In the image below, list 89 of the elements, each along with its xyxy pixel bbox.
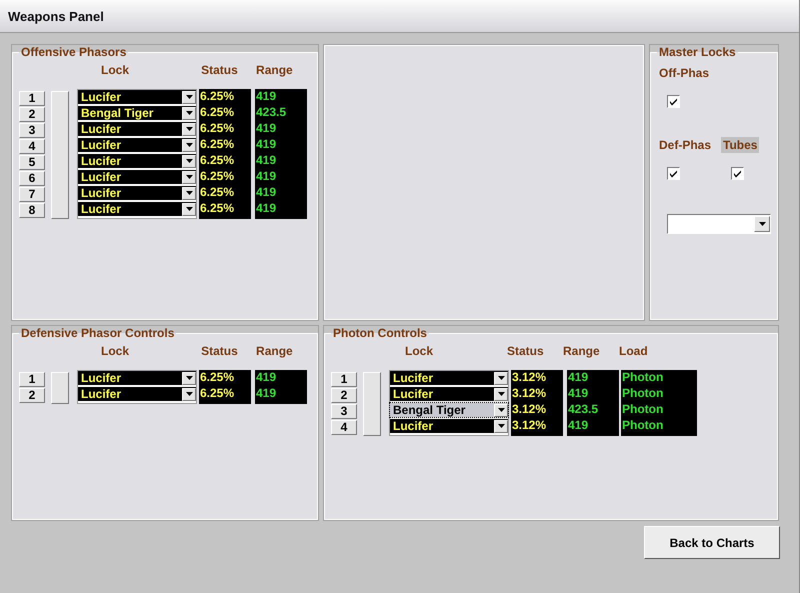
back-button[interactable]: Back to Charts: [644, 526, 780, 559]
lock-dropdown[interactable]: Lucifer: [78, 371, 196, 385]
range-cell-text: 419: [255, 201, 278, 217]
lock-label: Off-Phas: [658, 65, 710, 81]
range-cell-text: 423.5: [567, 402, 600, 418]
column-header: Load: [619, 344, 649, 358]
range-cell-text: 419: [255, 386, 278, 402]
column-header: Range: [563, 344, 601, 358]
status-cell-text: 3.12%: [511, 418, 548, 434]
column-header: Status: [201, 63, 239, 77]
fire-button[interactable]: [51, 372, 69, 404]
status-cell-text: 6.25%: [199, 153, 236, 169]
status-cell-text: 6.25%: [199, 386, 236, 402]
check-icon: [733, 169, 742, 178]
status-cell-text: 6.25%: [199, 370, 236, 386]
fire-button[interactable]: [51, 91, 69, 219]
range-cell-text: 423.5: [255, 105, 288, 121]
number-button[interactable]: 2: [331, 388, 357, 403]
range-cell-text: 419: [255, 137, 278, 153]
status-cell-text: 6.25%: [199, 121, 236, 137]
range-cell-text: 419: [567, 386, 590, 402]
load-cell-text: Photon: [621, 370, 664, 386]
column-header: Range: [256, 344, 294, 358]
column-header: Lock: [101, 63, 130, 77]
checkbox[interactable]: [667, 167, 680, 180]
number-button[interactable]: 3: [331, 404, 357, 419]
column-header: Status: [201, 344, 239, 358]
load-cell-text: Photon: [621, 386, 664, 402]
lock-dropdown[interactable]: Lucifer: [390, 387, 508, 401]
lock-dropdown[interactable]: Lucifer: [78, 138, 196, 152]
range-cell-text: 419: [255, 169, 278, 185]
lock-label: Def-Phas: [658, 137, 712, 153]
checkbox[interactable]: [731, 167, 744, 180]
number-button[interactable]: 4: [331, 420, 357, 435]
column-header: Range: [256, 63, 294, 77]
column-header: Lock: [405, 344, 434, 358]
range-cell-text: 419: [255, 370, 278, 386]
number-button[interactable]: 8: [19, 203, 45, 218]
lock-dropdown[interactable]: Lucifer: [78, 202, 196, 216]
range-cell-text: 419: [255, 185, 278, 201]
load-cell-text: Photon: [621, 402, 664, 418]
status-cell-text: 6.25%: [199, 137, 236, 153]
load-cell-text: Photon: [621, 418, 664, 434]
number-button[interactable]: 1: [19, 91, 45, 106]
check-icon: [669, 169, 678, 178]
range-cell-text: 419: [255, 121, 278, 137]
checkbox[interactable]: [667, 95, 680, 108]
range-cell-text: 419: [567, 370, 590, 386]
lock-dropdown[interactable]: Lucifer: [78, 186, 196, 200]
dropdown[interactable]: [667, 214, 771, 234]
lock-dropdown[interactable]: Lucifer: [78, 154, 196, 168]
status-cell-text: 6.25%: [199, 185, 236, 201]
group-title: Offensive Phasors: [20, 45, 128, 59]
lock-dropdown[interactable]: Bengal Tiger: [390, 403, 508, 417]
status-cell-text: 6.25%: [199, 89, 236, 105]
number-button[interactable]: 2: [19, 107, 45, 122]
range-cell-text: 419: [567, 418, 590, 434]
lock-dropdown[interactable]: Lucifer: [78, 170, 196, 184]
number-button[interactable]: 6: [19, 171, 45, 186]
column-header: Status: [507, 344, 545, 358]
number-button[interactable]: 2: [19, 388, 45, 403]
lock-dropdown[interactable]: Lucifer: [78, 90, 196, 104]
number-button[interactable]: 1: [19, 372, 45, 387]
group-title: Photon Controls: [332, 326, 428, 340]
number-button[interactable]: 4: [19, 139, 45, 154]
range-cell-text: 419: [255, 153, 278, 169]
status-cell-text: 3.12%: [511, 386, 548, 402]
status-cell-text: 6.25%: [199, 201, 236, 217]
range-cell-text: 419: [255, 89, 278, 105]
group-title: Defensive Phasor Controls: [20, 326, 176, 340]
window-title: Weapons Panel: [8, 8, 104, 24]
number-button[interactable]: 7: [19, 187, 45, 202]
status-cell-text: 3.12%: [511, 370, 548, 386]
group-title: Master Locks: [658, 45, 737, 59]
lock-dropdown[interactable]: Lucifer: [390, 419, 508, 433]
number-button[interactable]: 5: [19, 155, 45, 170]
number-button[interactable]: 3: [19, 123, 45, 138]
status-cell-text: 6.25%: [199, 169, 236, 185]
number-button[interactable]: 1: [331, 372, 357, 387]
status-cell-text: 6.25%: [199, 105, 236, 121]
status-cell-text: 3.12%: [511, 402, 548, 418]
check-icon: [669, 97, 678, 106]
lock-label: Tubes: [721, 137, 760, 153]
lock-dropdown[interactable]: Lucifer: [390, 371, 508, 385]
lock-dropdown[interactable]: Lucifer: [78, 387, 196, 401]
lock-dropdown[interactable]: Lucifer: [78, 122, 196, 136]
column-header: Lock: [101, 344, 130, 358]
lock-dropdown[interactable]: Bengal Tiger: [78, 106, 196, 120]
fire-button[interactable]: [363, 372, 381, 436]
